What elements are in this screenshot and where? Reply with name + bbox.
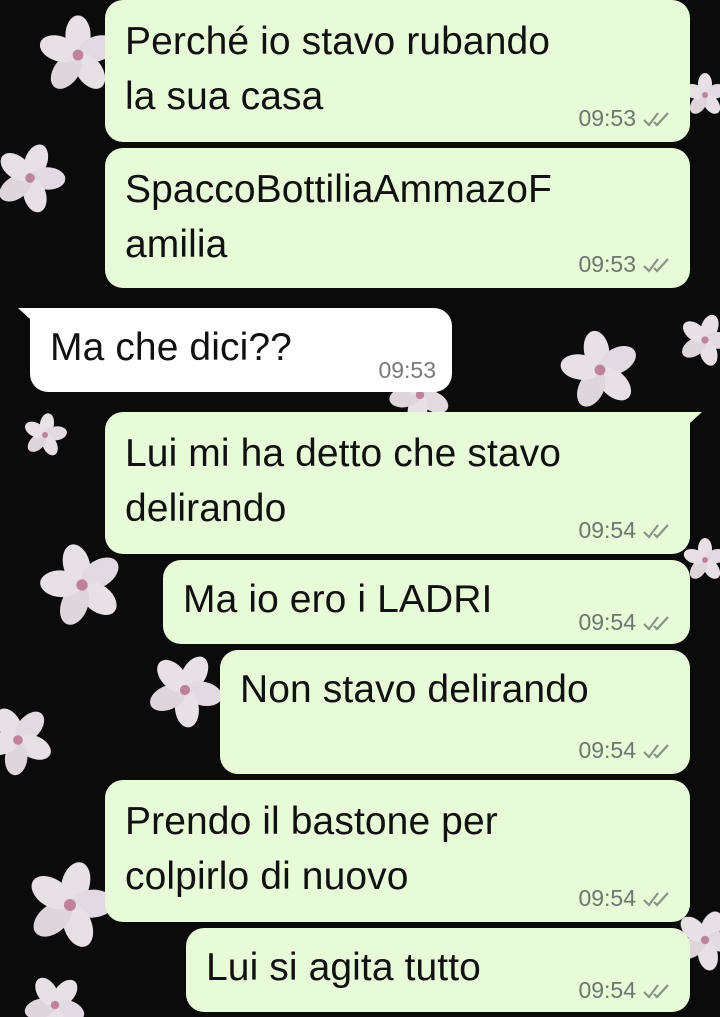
message-time: 09:54 — [578, 977, 636, 1003]
message-meta: 09:54 — [578, 517, 674, 544]
message-time: 09:54 — [578, 885, 636, 911]
message-time: 09:54 — [578, 737, 636, 763]
message-meta: 09:54 — [578, 609, 674, 636]
bubble-tail — [18, 308, 42, 330]
double-check-icon — [643, 111, 669, 127]
message-text: Non stavo delirando — [240, 668, 589, 711]
message-time: 09:53 — [578, 105, 636, 131]
message-time: 09:53 — [378, 357, 436, 383]
message-text: Lui mi ha detto che stavo delirando — [125, 432, 562, 530]
message-text: Ma io ero i LADRI — [183, 578, 493, 621]
double-check-icon — [643, 615, 669, 631]
message-text: SpaccoBottiliaAmmazoF amilia — [125, 168, 552, 266]
message-time: 09:54 — [578, 517, 636, 543]
message-text: Ma che dici?? — [50, 326, 292, 369]
message-text: Lui si agita tutto — [206, 946, 481, 989]
message-bubble-outgoing[interactable]: Prendo il bastone per colpirlo di nuovo … — [105, 780, 690, 922]
message-bubble-outgoing[interactable]: Lui si agita tutto 09:54 — [186, 928, 690, 1012]
message-time: 09:54 — [578, 609, 636, 635]
double-check-icon — [643, 743, 669, 759]
double-check-icon — [643, 257, 669, 273]
double-check-icon — [643, 983, 669, 999]
message-bubble-outgoing[interactable]: Non stavo delirando 09:54 — [220, 650, 690, 774]
double-check-icon — [643, 891, 669, 907]
message-meta: 09:53 — [578, 251, 674, 278]
message-meta: 09:54 — [578, 977, 674, 1004]
message-bubble-outgoing[interactable]: Ma io ero i LADRI 09:54 — [163, 560, 690, 644]
message-text: Prendo il bastone per colpirlo di nuovo — [125, 800, 498, 898]
message-bubble-outgoing[interactable]: Lui mi ha detto che stavo delirando 09:5… — [105, 412, 702, 554]
message-meta: 09:53 — [378, 357, 436, 384]
message-bubble-outgoing[interactable]: SpaccoBottiliaAmmazoF amilia 09:53 — [105, 148, 690, 288]
message-meta: 09:53 — [578, 105, 674, 132]
double-check-icon — [643, 523, 669, 539]
message-time: 09:53 — [578, 251, 636, 277]
message-meta: 09:54 — [578, 737, 674, 764]
message-bubble-outgoing[interactable]: Perché io stavo rubando la sua casa 09:5… — [105, 0, 690, 142]
message-meta: 09:54 — [578, 885, 674, 912]
message-bubble-incoming[interactable]: Ma che dici?? 09:53 — [18, 308, 452, 392]
message-text: Perché io stavo rubando la sua casa — [125, 20, 551, 118]
bubble-tail — [678, 412, 702, 434]
